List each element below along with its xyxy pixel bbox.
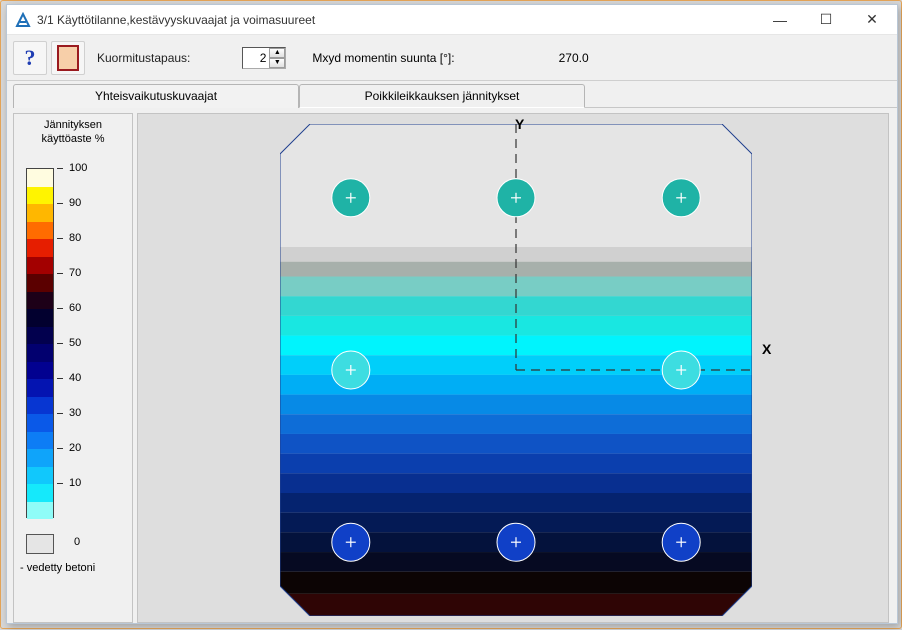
colorbar-tick: 10 bbox=[57, 477, 81, 489]
colorbar-tick: 90 bbox=[57, 197, 81, 209]
stress-canvas: Y X bbox=[137, 113, 889, 623]
cross-section bbox=[280, 124, 752, 616]
colorbar-tick: 20 bbox=[57, 442, 81, 454]
legend-title-line2: käyttöaste % bbox=[42, 133, 105, 145]
help-icon: ? bbox=[25, 45, 36, 71]
colorbar-tick: 60 bbox=[57, 302, 81, 314]
legend-title: Jännityksen käyttöaste % bbox=[14, 114, 132, 155]
colorbar-tick: 100 bbox=[57, 162, 87, 174]
app-icon bbox=[15, 12, 31, 28]
section-icon bbox=[57, 45, 79, 71]
mxyd-label: Mxyd momentin suunta [°]: bbox=[312, 51, 454, 65]
load-case-label: Kuormitustapaus: bbox=[97, 51, 190, 65]
load-case-spinner[interactable]: ▲ ▼ bbox=[242, 47, 286, 69]
content-area: Jännityksen käyttöaste % 100908070605040… bbox=[7, 108, 897, 630]
window-title: 3/1 Käyttötilanne,kestävyyskuvaajat ja v… bbox=[37, 13, 757, 27]
colorbar-tick: 30 bbox=[57, 407, 81, 419]
tabs: Yhteisvaikutuskuvaajat Poikkileikkauksen… bbox=[13, 83, 897, 108]
legend-footer: - vedetty betoni bbox=[20, 562, 95, 574]
help-button[interactable]: ? bbox=[13, 41, 47, 75]
spin-down-button[interactable]: ▼ bbox=[269, 58, 285, 68]
mxyd-value: 270.0 bbox=[559, 51, 589, 65]
spin-up-button[interactable]: ▲ bbox=[269, 48, 285, 58]
axis-x-label: X bbox=[762, 341, 771, 357]
colorbar-tick: 40 bbox=[57, 372, 81, 384]
legend-title-line1: Jännityksen bbox=[44, 119, 102, 131]
tab-interaction-diagrams[interactable]: Yhteisvaikutuskuvaajat bbox=[13, 84, 299, 108]
legend-panel: Jännityksen käyttöaste % 100908070605040… bbox=[13, 113, 133, 623]
close-button[interactable]: ✕ bbox=[849, 5, 895, 34]
section-button[interactable] bbox=[51, 41, 85, 75]
colorbar bbox=[26, 168, 54, 518]
colorbar-tick: 70 bbox=[57, 267, 81, 279]
legend-zero-swatch bbox=[26, 534, 54, 554]
tab-section-stresses[interactable]: Poikkileikkauksen jännitykset bbox=[299, 84, 585, 108]
section-svg bbox=[280, 124, 752, 616]
axis-y-label: Y bbox=[515, 116, 524, 132]
titlebar: 3/1 Käyttötilanne,kestävyyskuvaajat ja v… bbox=[7, 5, 897, 35]
load-case-input[interactable] bbox=[243, 48, 269, 68]
window-controls: — ☐ ✕ bbox=[757, 5, 895, 34]
app-window: 3/1 Käyttötilanne,kestävyyskuvaajat ja v… bbox=[6, 4, 898, 624]
maximize-button[interactable]: ☐ bbox=[803, 5, 849, 34]
colorbar-tick: 50 bbox=[57, 337, 81, 349]
minimize-button[interactable]: — bbox=[757, 5, 803, 34]
toolbar: ? Kuormitustapaus: ▲ ▼ Mxyd momentin suu… bbox=[7, 35, 897, 81]
legend-zero-label: 0 bbox=[74, 536, 80, 548]
colorbar-tick: 80 bbox=[57, 232, 81, 244]
